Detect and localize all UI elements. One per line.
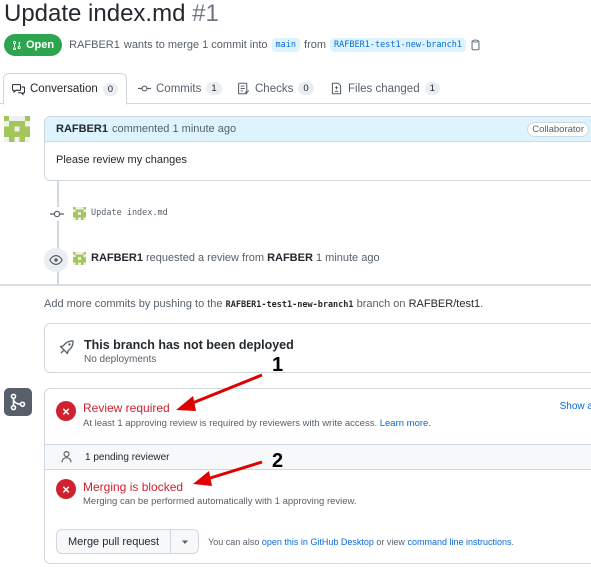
merging-blocked-title: Merging is blocked xyxy=(83,480,184,494)
x-circle-icon: × xyxy=(56,479,76,499)
github-desktop-link[interactable]: open this in GitHub Desktop xyxy=(262,537,374,547)
pr-title-text: Update index.md xyxy=(4,0,186,27)
deployment-subtitle: No deployments xyxy=(84,354,157,365)
review-required-title: Review required xyxy=(83,401,170,415)
tab-conversation-count: 0 xyxy=(102,82,119,96)
comment-card: RAFBER1 commented 1 minute ago Collabora… xyxy=(44,116,591,181)
merge-options-dropdown[interactable] xyxy=(171,530,198,553)
comment-body: Please review my changes xyxy=(56,154,187,166)
deployment-title: This branch has not been deployed xyxy=(84,338,294,352)
triangle-down-icon xyxy=(181,540,188,544)
merge-status-icon xyxy=(4,388,32,416)
open-state-label: Open xyxy=(26,39,55,51)
review-action-text: requested a review from xyxy=(146,252,265,264)
timeline-divider xyxy=(0,284,591,286)
merge-alt-note-pre: You can also xyxy=(208,536,260,547)
tab-conversation[interactable]: Conversation 0 xyxy=(3,73,128,105)
tab-commits-label: Commits xyxy=(156,82,202,95)
merge-actions: Merge pull request You can also open thi… xyxy=(56,529,514,554)
command-line-link[interactable]: command line instructions xyxy=(407,537,511,547)
push-note-pre: Add more commits by pushing to the xyxy=(44,298,223,310)
tab-checks-count: 0 xyxy=(298,82,314,95)
pr-state-row: Open RAFBER1 wants to merge 1 commit int… xyxy=(4,34,481,56)
tab-checks-label: Checks xyxy=(255,82,294,95)
show-all-reviewers-link[interactable]: Show a xyxy=(560,401,591,412)
merge-description: RAFBER1 wants to merge 1 commit into mai… xyxy=(69,38,481,52)
push-note-mid: branch on xyxy=(356,298,406,310)
deployment-card: This branch has not been deployed No dep… xyxy=(44,323,591,373)
comment-author[interactable]: RAFBER1 xyxy=(56,123,108,135)
review-actor[interactable]: RAFBER1 xyxy=(91,252,143,264)
tab-commits-count: 1 xyxy=(206,82,222,95)
commit-message-link[interactable]: Update index.md xyxy=(91,208,168,218)
review-request-event: RAFBER1 requested a review from RAFBER 1… xyxy=(91,252,380,264)
comment-meta[interactable]: commented 1 minute ago xyxy=(112,123,236,135)
tab-files-changed-count: 1 xyxy=(424,82,440,95)
git-commit-icon xyxy=(50,207,64,221)
comment-header: RAFBER1 commented 1 minute ago Collabora… xyxy=(45,117,591,142)
merge-alt-note: You can also open this in GitHub Desktop… xyxy=(208,537,514,547)
base-branch[interactable]: main xyxy=(271,38,301,52)
review-required-subtitle: At least 1 approving review is required … xyxy=(83,418,431,429)
author-link[interactable]: RAFBER1 xyxy=(69,39,120,51)
pr-number: #1 xyxy=(192,0,219,27)
open-state-badge: Open xyxy=(4,34,63,56)
git-commit-icon xyxy=(138,85,151,92)
git-pull-request-icon xyxy=(12,41,21,50)
push-note: Add more commits by pushing to the RAFBE… xyxy=(44,298,483,310)
review-required-text: At least 1 approving review is required … xyxy=(83,418,378,429)
push-note-end: . xyxy=(480,298,484,310)
annotation-label-2: 2 xyxy=(272,450,284,472)
pr-title: Update index.md #1 xyxy=(4,0,219,28)
merge-button-group: Merge pull request xyxy=(56,529,200,554)
comment-discussion-icon xyxy=(12,83,25,95)
eye-icon xyxy=(49,255,63,265)
tab-conversation-label: Conversation xyxy=(30,83,98,95)
tab-commits[interactable]: Commits 1 xyxy=(130,73,230,104)
pr-tabs: Conversation 0 Commits 1 Checks 0 Files … xyxy=(0,73,591,105)
pending-reviewers-bar: 1 pending reviewer xyxy=(45,444,591,470)
merge-box: × Review required At least 1 approving r… xyxy=(44,388,591,564)
git-merge-icon xyxy=(10,393,26,411)
learn-more-link[interactable]: Learn more. xyxy=(380,418,431,429)
tab-files-changed-label: Files changed xyxy=(348,82,420,95)
merge-text: wants to merge 1 commit into xyxy=(123,39,268,51)
avatar[interactable] xyxy=(73,252,86,265)
review-time[interactable]: 1 minute ago xyxy=(316,252,380,264)
checklist-icon xyxy=(238,82,250,95)
tab-checks[interactable]: Checks 0 xyxy=(229,73,322,104)
collaborator-badge: Collaborator xyxy=(527,122,589,137)
annotation-label-1: 1 xyxy=(272,354,284,376)
avatar[interactable] xyxy=(73,207,86,220)
avatar[interactable] xyxy=(4,116,30,142)
merging-blocked-subtitle: Merging can be performed automatically w… xyxy=(83,496,357,507)
tab-files-changed[interactable]: Files changed 1 xyxy=(322,73,448,104)
file-diff-icon xyxy=(331,82,342,95)
merge-alt-note-end: . xyxy=(511,536,515,547)
head-branch[interactable]: RAFBER1-test1-new-branch1 xyxy=(330,38,466,52)
person-icon xyxy=(61,451,72,463)
pending-reviewers-text[interactable]: 1 pending reviewer xyxy=(85,452,170,463)
x-circle-icon: × xyxy=(56,401,76,421)
merge-alt-note-mid: or view xyxy=(376,536,405,547)
reviewer-name[interactable]: RAFBER xyxy=(267,252,313,264)
review-event-badge xyxy=(44,248,68,272)
push-note-repo[interactable]: RAFBER/test1 xyxy=(409,298,481,310)
from-text: from xyxy=(304,39,327,51)
merge-pull-request-button[interactable]: Merge pull request xyxy=(57,530,172,553)
copy-icon[interactable] xyxy=(470,39,481,51)
rocket-icon xyxy=(59,340,74,355)
push-note-branch: RAFBER1-test1-new-branch1 xyxy=(225,300,354,310)
